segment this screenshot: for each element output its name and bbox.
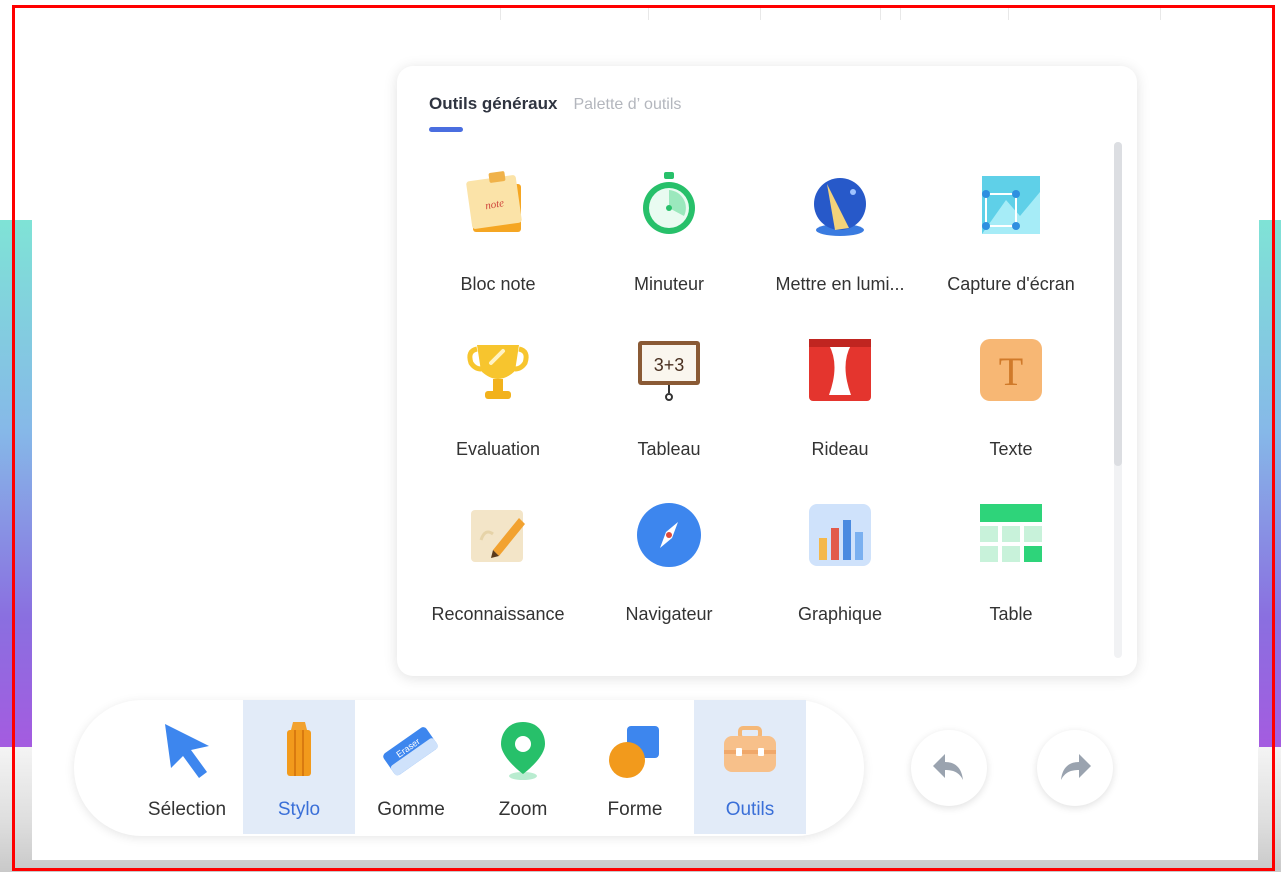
table-icon (980, 504, 1042, 562)
tool-spotlight[interactable]: Mettre en lumi... (755, 166, 925, 316)
trophy-icon (467, 345, 529, 399)
tool-bloc-note[interactable]: note Bloc note (413, 166, 583, 316)
tool-label: Rideau (811, 439, 869, 459)
undo-icon (933, 754, 963, 780)
tool-label: Tableau (637, 439, 701, 459)
curtain-icon (809, 339, 871, 401)
pen-label: Stylo (277, 799, 321, 820)
panel-tabs: Outils généraux Palette d’ outils (429, 94, 681, 114)
stopwatch-icon (643, 172, 695, 234)
tool-navigateur[interactable]: Navigateur (584, 496, 754, 646)
tool-rideau[interactable]: Rideau (755, 331, 925, 481)
eraser-label: Gomme (377, 799, 445, 820)
tools-panel: Outils généraux Palette d’ outils note B… (397, 66, 1137, 676)
eraser-button[interactable]: Eraser Gomme (355, 700, 467, 834)
tool-table[interactable]: Table (926, 496, 1096, 646)
spotlight-icon (814, 178, 866, 236)
tool-label: Table (989, 604, 1033, 624)
tools-label: Outils (725, 799, 775, 820)
background-gradient-right (1259, 220, 1281, 750)
pencil-icon (287, 722, 311, 776)
tool-evaluation[interactable]: Evaluation (413, 331, 583, 481)
tool-label: Evaluation (455, 439, 541, 459)
tool-graphique[interactable]: Graphique (755, 496, 925, 646)
tool-reconnaissance[interactable]: Reconnaissance (413, 496, 583, 646)
text-icon-letter: T (999, 349, 1023, 394)
screenshot-icon (982, 176, 1040, 234)
selection-button[interactable]: Sélection (131, 700, 243, 834)
tool-label: Texte (989, 439, 1033, 459)
active-tab-indicator (429, 127, 463, 132)
zoom-label: Zoom (498, 799, 548, 820)
shape-button[interactable]: Forme (579, 700, 691, 834)
panel-scrollbar[interactable] (1114, 142, 1122, 658)
map-pin-icon (501, 722, 545, 780)
shape-label: Forme (607, 799, 663, 820)
blackboard-icon-text: 3+3 (654, 355, 685, 375)
text-icon: T (980, 339, 1042, 401)
tool-minuteur[interactable]: Minuteur (584, 166, 754, 316)
scrollbar-thumb[interactable] (1114, 142, 1122, 466)
tool-label: Bloc note (460, 274, 536, 294)
compass-icon (637, 503, 701, 567)
toolbox-icon (724, 726, 776, 772)
selection-label: Sélection (147, 799, 227, 820)
tool-screenshot[interactable]: Capture d'écran (926, 166, 1096, 316)
top-ruler (0, 8, 1281, 22)
eraser-icon: Eraser (383, 727, 439, 776)
redo-button[interactable] (1037, 730, 1113, 806)
tool-label: Reconnaissance (431, 604, 565, 624)
tool-tableau[interactable]: 3+3 Tableau (584, 331, 754, 481)
tab-tool-palette[interactable]: Palette d’ outils (573, 96, 681, 114)
recognition-icon (471, 510, 525, 562)
tool-texte[interactable]: T Texte (926, 331, 1096, 481)
tool-label: Graphique (797, 604, 883, 624)
note-icon: note (466, 171, 522, 232)
blackboard-icon: 3+3 (638, 341, 700, 401)
undo-button[interactable] (911, 730, 987, 806)
pen-button[interactable]: Stylo (243, 700, 355, 834)
tool-label: Mettre en lumi... (775, 274, 905, 294)
tools-button[interactable]: Outils (694, 700, 806, 834)
background-gradient-left (0, 220, 32, 750)
cursor-arrow-icon (165, 724, 209, 778)
shapes-icon (609, 726, 659, 778)
redo-icon (1061, 754, 1091, 780)
bar-chart-icon (809, 504, 871, 566)
bottom-toolbar: Sélection Stylo Eraser Gomme Zoom Forme … (74, 700, 864, 836)
tab-general-tools[interactable]: Outils généraux (429, 94, 557, 114)
tool-label: Minuteur (633, 274, 705, 294)
tool-label: Capture d'écran (947, 274, 1075, 294)
zoom-button[interactable]: Zoom (467, 700, 579, 834)
tool-label: Navigateur (625, 604, 713, 624)
